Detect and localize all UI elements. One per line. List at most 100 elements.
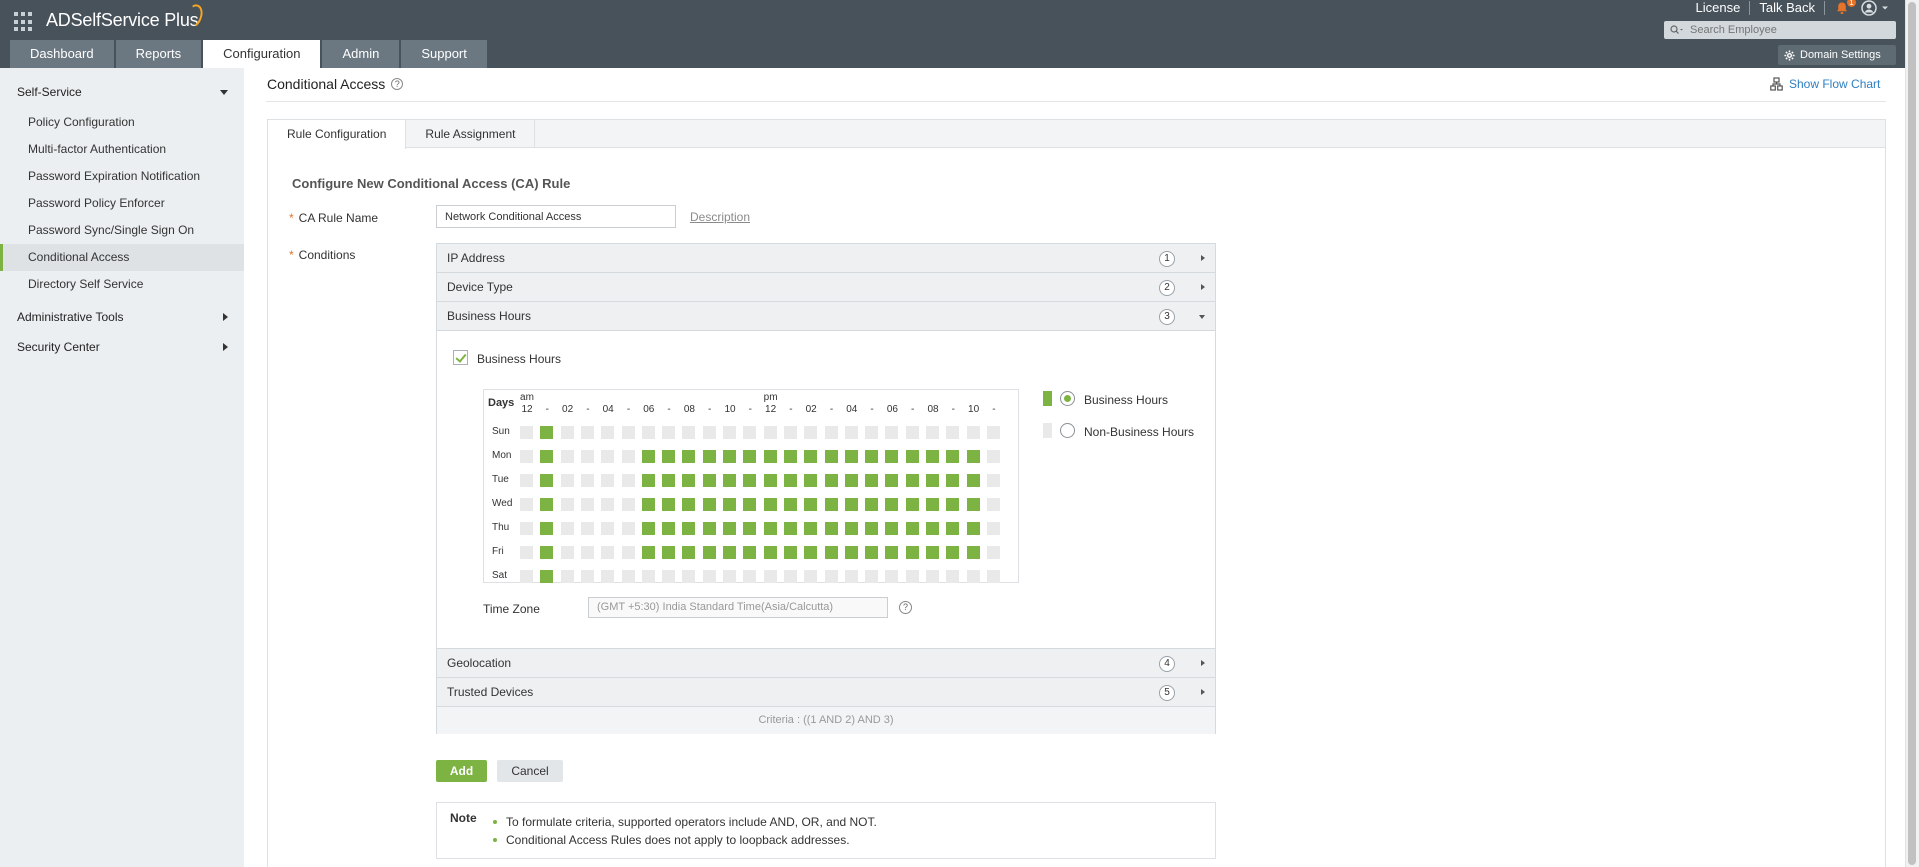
hour-cell[interactable] bbox=[926, 546, 939, 559]
hour-cell[interactable] bbox=[885, 570, 899, 583]
hour-cell[interactable] bbox=[682, 570, 696, 583]
hour-cell[interactable] bbox=[560, 570, 574, 583]
hour-cell[interactable] bbox=[824, 546, 838, 559]
hour-cell[interactable] bbox=[520, 474, 533, 487]
hour-cell[interactable] bbox=[520, 570, 533, 583]
hour-cell[interactable] bbox=[641, 570, 655, 583]
help-icon[interactable]: ? bbox=[391, 78, 404, 90]
sidebar-section-security-center[interactable]: Security Center bbox=[0, 332, 244, 362]
hour-cell[interactable] bbox=[662, 426, 676, 439]
hour-cell[interactable] bbox=[926, 474, 939, 487]
hour-cell[interactable] bbox=[702, 522, 716, 535]
hour-cell[interactable] bbox=[966, 426, 980, 439]
tab-reports[interactable]: Reports bbox=[115, 40, 202, 68]
hour-cell[interactable] bbox=[926, 522, 939, 535]
hour-cell[interactable] bbox=[601, 522, 615, 535]
user-menu[interactable] bbox=[1861, 0, 1891, 16]
hour-cell[interactable] bbox=[723, 570, 736, 583]
hour-cell[interactable] bbox=[783, 426, 797, 439]
hour-cell[interactable] bbox=[540, 522, 554, 535]
hour-cell[interactable] bbox=[520, 426, 533, 439]
hour-cell[interactable] bbox=[783, 546, 797, 559]
hour-cell[interactable] bbox=[520, 450, 533, 463]
search-employee-input[interactable] bbox=[1690, 24, 1886, 36]
tab-admin[interactable]: Admin bbox=[322, 40, 400, 68]
hour-cell[interactable] bbox=[540, 498, 554, 511]
hour-cell[interactable] bbox=[844, 450, 858, 463]
hour-cell[interactable] bbox=[702, 546, 716, 559]
hour-cell[interactable] bbox=[946, 522, 960, 535]
condition-business-hours[interactable]: Business Hours 3 bbox=[437, 302, 1215, 331]
hour-cell[interactable] bbox=[682, 522, 696, 535]
hour-cell[interactable] bbox=[824, 450, 838, 463]
domain-settings-button[interactable]: Domain Settings bbox=[1778, 45, 1896, 65]
sidebar-item-password-policy-enforcer[interactable]: Password Policy Enforcer bbox=[0, 190, 244, 217]
license-link[interactable]: License bbox=[1687, 1, 1751, 15]
cancel-button[interactable]: Cancel bbox=[497, 760, 563, 782]
tab-configuration[interactable]: Configuration bbox=[203, 40, 321, 68]
hour-cell[interactable] bbox=[743, 546, 757, 559]
hour-cell[interactable] bbox=[804, 450, 818, 463]
hour-cell[interactable] bbox=[662, 498, 676, 511]
hour-cell[interactable] bbox=[601, 570, 615, 583]
hour-cell[interactable] bbox=[926, 570, 939, 583]
hour-cell[interactable] bbox=[824, 570, 838, 583]
hour-cell[interactable] bbox=[905, 546, 919, 559]
hour-cell[interactable] bbox=[743, 522, 757, 535]
hour-cell[interactable] bbox=[560, 546, 574, 559]
hour-cell[interactable] bbox=[783, 522, 797, 535]
tab-dashboard[interactable]: Dashboard bbox=[10, 40, 114, 68]
scrollbar-thumb[interactable] bbox=[1908, 2, 1916, 865]
hour-cell[interactable] bbox=[824, 474, 838, 487]
hour-cell[interactable] bbox=[885, 450, 899, 463]
business-hours-radio[interactable] bbox=[1060, 391, 1075, 406]
tab-rule-assignment[interactable]: Rule Assignment bbox=[406, 120, 536, 148]
hour-cell[interactable] bbox=[946, 450, 960, 463]
hour-cell[interactable] bbox=[946, 570, 960, 583]
hour-cell[interactable] bbox=[702, 450, 716, 463]
hour-cell[interactable] bbox=[763, 450, 777, 463]
hour-cell[interactable] bbox=[865, 546, 879, 559]
hour-cell[interactable] bbox=[662, 570, 676, 583]
hour-cell[interactable] bbox=[946, 498, 960, 511]
non-business-hours-radio[interactable] bbox=[1060, 423, 1075, 438]
hour-cell[interactable] bbox=[763, 474, 777, 487]
hour-cell[interactable] bbox=[621, 570, 635, 583]
hour-cell[interactable] bbox=[966, 570, 980, 583]
hour-cell[interactable] bbox=[824, 522, 838, 535]
hour-cell[interactable] bbox=[560, 450, 574, 463]
business-hours-checkbox[interactable] bbox=[453, 350, 468, 365]
hour-cell[interactable] bbox=[986, 426, 1000, 439]
hour-cell[interactable] bbox=[783, 570, 797, 583]
hour-cell[interactable] bbox=[905, 498, 919, 511]
notification-bell-icon[interactable]: 1 bbox=[1835, 0, 1856, 15]
hour-cell[interactable] bbox=[986, 498, 1000, 511]
hour-cell[interactable] bbox=[560, 522, 574, 535]
hour-cell[interactable] bbox=[743, 426, 757, 439]
hour-cell[interactable] bbox=[580, 474, 594, 487]
hour-cell[interactable] bbox=[601, 498, 615, 511]
hour-cell[interactable] bbox=[865, 450, 879, 463]
hour-cell[interactable] bbox=[580, 498, 594, 511]
hour-cell[interactable] bbox=[743, 474, 757, 487]
hour-cell[interactable] bbox=[783, 498, 797, 511]
hour-cell[interactable] bbox=[763, 522, 777, 535]
hour-cell[interactable] bbox=[540, 426, 554, 439]
hour-cell[interactable] bbox=[885, 498, 899, 511]
help-icon[interactable]: ? bbox=[899, 601, 912, 614]
sidebar-item-directory-self-service[interactable]: Directory Self Service bbox=[0, 271, 244, 298]
hour-cell[interactable] bbox=[763, 570, 777, 583]
ca-rule-name-input[interactable] bbox=[436, 205, 676, 228]
hour-cell[interactable] bbox=[966, 450, 980, 463]
hour-cell[interactable] bbox=[641, 546, 655, 559]
hour-cell[interactable] bbox=[662, 522, 676, 535]
hour-cell[interactable] bbox=[682, 450, 696, 463]
condition-device-type[interactable]: Device Type 2 bbox=[437, 273, 1215, 302]
hour-cell[interactable] bbox=[926, 450, 939, 463]
hour-cell[interactable] bbox=[662, 450, 676, 463]
hour-cell[interactable] bbox=[580, 450, 594, 463]
hour-cell[interactable] bbox=[621, 522, 635, 535]
hour-cell[interactable] bbox=[905, 522, 919, 535]
hour-cell[interactable] bbox=[621, 426, 635, 439]
talk-back-link[interactable]: Talk Back bbox=[1750, 1, 1825, 15]
